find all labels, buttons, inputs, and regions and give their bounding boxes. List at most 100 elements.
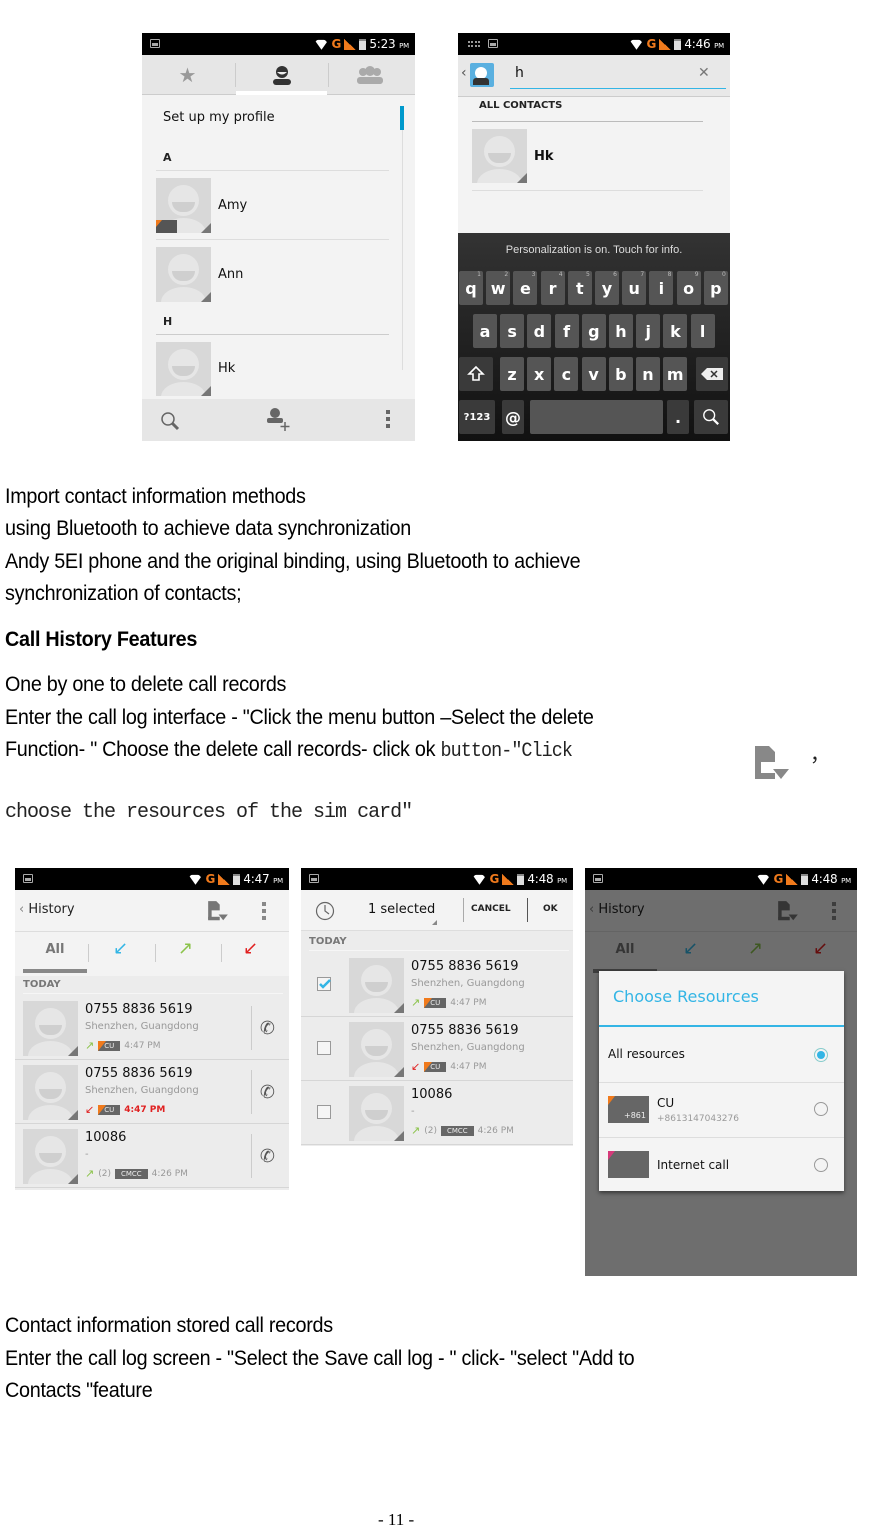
backspace-key[interactable] xyxy=(696,357,728,391)
location: Shenzhen, Guangdong xyxy=(85,1085,199,1096)
call-log-entry[interactable]: 10086 - ↗ (2) CMCC 4:26 PM xyxy=(301,1081,573,1145)
call-back-button[interactable]: ✆ xyxy=(251,1006,275,1050)
key-u[interactable]: u7 xyxy=(622,271,647,305)
call-log-entry[interactable]: 0755 8836 5619 Shenzhen, Guangdong ↙ CU 4:47… xyxy=(15,1060,289,1124)
history-clock-icon[interactable] xyxy=(315,901,335,921)
tab-missed[interactable]: ↙ xyxy=(243,938,258,959)
phone-number: 0755 8836 5619 xyxy=(411,1023,519,1038)
key-label: g xyxy=(588,321,600,341)
back-button[interactable]: ‹ History xyxy=(19,902,75,917)
signal-icon xyxy=(659,38,672,50)
soft-keyboard: Personalization is on. Touch for info. q… xyxy=(458,233,730,441)
key-b[interactable]: b xyxy=(608,357,633,391)
symbols-key[interactable]: ?123 xyxy=(459,400,495,434)
overflow-menu-icon[interactable] xyxy=(386,410,390,428)
key-l[interactable]: l xyxy=(690,314,715,348)
key-s[interactable]: s xyxy=(500,314,525,348)
add-contact-icon[interactable] xyxy=(266,407,292,433)
select-checkbox[interactable] xyxy=(317,977,331,991)
key-x[interactable]: x xyxy=(527,357,552,391)
key-label: . xyxy=(674,407,682,427)
key-f[interactable]: f xyxy=(554,314,579,348)
key-d[interactable]: d xyxy=(527,314,552,348)
key-o[interactable]: o9 xyxy=(676,271,701,305)
key-i[interactable]: i8 xyxy=(649,271,674,305)
divider xyxy=(599,1137,844,1138)
contact-name: Ann xyxy=(218,267,244,282)
key-t[interactable]: t5 xyxy=(567,271,592,305)
key-e[interactable]: e3 xyxy=(513,271,538,305)
paragraph: using Bluetooth to achieve data synchron… xyxy=(5,516,411,540)
call-time: 4:47 PM xyxy=(450,1061,487,1072)
period-key[interactable]: . xyxy=(667,400,689,434)
sim-label: CU xyxy=(430,1062,441,1071)
tab-contacts[interactable] xyxy=(236,55,327,95)
search-icon[interactable] xyxy=(160,411,180,431)
divider xyxy=(472,121,703,122)
at-key[interactable]: @ xyxy=(502,400,524,434)
key-n[interactable]: n xyxy=(636,357,660,391)
tab-favorites[interactable]: ★ xyxy=(142,55,233,95)
network-g-icon: G xyxy=(205,872,216,886)
search-input[interactable]: h xyxy=(515,65,524,81)
back-icon[interactable]: ‹ xyxy=(461,65,467,81)
divider xyxy=(156,239,389,240)
save-call-log-icon[interactable] xyxy=(207,900,229,922)
shift-key[interactable] xyxy=(459,357,493,391)
phone-number: 0755 8836 5619 xyxy=(411,959,519,974)
tab-incoming[interactable]: ↙ xyxy=(113,938,128,959)
selection-count-dropdown[interactable]: 1 selected xyxy=(368,902,435,917)
call-time: 4:47 PM xyxy=(450,997,487,1008)
call-log-entry[interactable]: 10086 - ↗ (2) CMCC 4:26 PM ✆ xyxy=(15,1124,289,1188)
outgoing-call-icon: ↗ xyxy=(85,1039,95,1052)
key-c[interactable]: c xyxy=(554,357,579,391)
key-v[interactable]: v xyxy=(581,357,606,391)
call-log-entry[interactable]: 0755 8836 5619 Shenzhen, Guangdong ↗ CU 4:47… xyxy=(301,953,573,1017)
keyboard-hint[interactable]: Personalization is on. Touch for info. xyxy=(458,244,730,256)
check-icon xyxy=(319,979,331,989)
key-z[interactable]: z xyxy=(500,357,524,391)
tab-groups[interactable] xyxy=(324,55,415,95)
radio-button[interactable] xyxy=(814,1102,828,1116)
key-q[interactable]: q1 xyxy=(459,271,483,305)
call-log-entry[interactable]: 0755 8836 5619 Shenzhen, Guangdong ↙ CU 4:47… xyxy=(301,1017,573,1081)
call-back-button[interactable]: ✆ xyxy=(251,1070,275,1114)
key-w[interactable]: w2 xyxy=(486,271,511,305)
scrollbar[interactable] xyxy=(400,106,404,130)
search-bar: ‹ h ✕ xyxy=(458,55,730,97)
person-icon xyxy=(272,66,291,85)
radio-button[interactable] xyxy=(814,1048,828,1062)
key-j[interactable]: j xyxy=(636,314,661,348)
radio-button[interactable] xyxy=(814,1158,828,1172)
clear-search-icon[interactable]: ✕ xyxy=(698,65,710,81)
screenshot-notification-icon xyxy=(23,874,33,883)
call-back-button[interactable]: ✆ xyxy=(251,1134,275,1178)
key-k[interactable]: k xyxy=(663,314,688,348)
space-key[interactable] xyxy=(530,400,663,434)
battery-icon xyxy=(801,873,809,885)
key-y[interactable]: y6 xyxy=(595,271,619,305)
key-r[interactable]: r4 xyxy=(540,271,565,305)
key-a[interactable]: a xyxy=(473,314,497,348)
key-m[interactable]: m xyxy=(663,357,688,391)
key-number-hint: 9 xyxy=(694,271,699,278)
select-checkbox[interactable] xyxy=(317,1041,331,1055)
overflow-menu-icon[interactable] xyxy=(262,902,266,920)
tab-all[interactable]: All xyxy=(23,942,87,957)
key-p[interactable]: p0 xyxy=(703,271,728,305)
key-label: c xyxy=(561,364,572,384)
key-label: m xyxy=(666,364,684,384)
scroll-track xyxy=(402,130,403,370)
setup-profile-item[interactable]: Set up my profile xyxy=(163,110,275,125)
battery-icon xyxy=(359,38,367,50)
key-g[interactable]: g xyxy=(581,314,606,348)
avatar xyxy=(23,1001,78,1056)
key-h[interactable]: h xyxy=(609,314,633,348)
ok-button[interactable]: OK xyxy=(543,904,558,914)
cancel-button[interactable]: CANCEL xyxy=(471,904,511,914)
call-log-entry[interactable]: 0755 8836 5619 Shenzhen, Guangdong ↗ CU 4:47… xyxy=(15,996,289,1060)
search-key[interactable] xyxy=(694,400,728,434)
select-checkbox[interactable] xyxy=(317,1105,331,1119)
tab-outgoing[interactable]: ↗ xyxy=(178,938,193,959)
key-label: w xyxy=(490,278,506,298)
